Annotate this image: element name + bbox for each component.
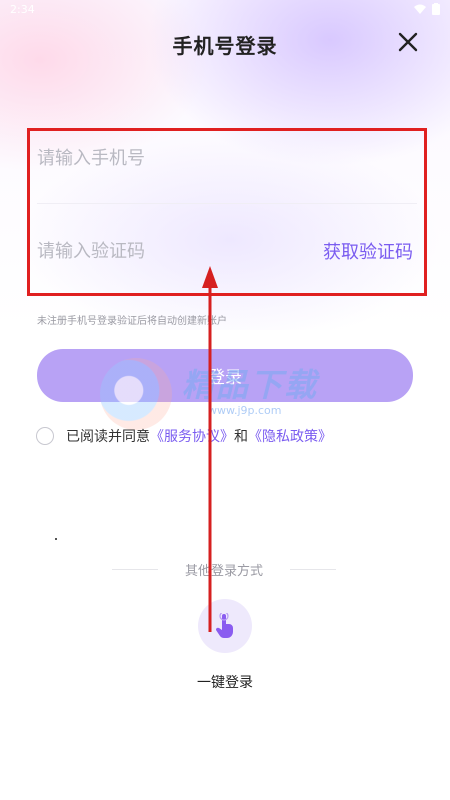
divider-line-right [289, 568, 336, 570]
wifi-icon [414, 4, 426, 14]
get-code-button[interactable]: 获取验证码 [323, 238, 413, 264]
battery-icon [432, 3, 440, 15]
verification-code-input[interactable] [37, 240, 287, 262]
close-button[interactable] [396, 30, 420, 54]
phone-input[interactable] [37, 148, 287, 169]
status-bar: 2:34 [0, 0, 450, 22]
agreement-and: 和 [234, 429, 248, 445]
one-key-login-label: 一键登录 [197, 675, 253, 691]
other-login-label: 其他登录方式 [184, 563, 263, 579]
service-agreement-link[interactable]: 《服务协议》 [150, 426, 234, 446]
stray-dot [55, 538, 57, 540]
status-icons [414, 3, 440, 15]
agreement-row: 已阅读并同意 《服务协议》 和 《隐私政策》 [36, 426, 332, 446]
watermark-url: www.j9p.com [208, 404, 282, 417]
phone-field-row [37, 114, 417, 204]
divider-line-left [112, 568, 158, 570]
one-key-login-button[interactable] [198, 599, 252, 653]
code-field-row: 获取验证码 [37, 206, 417, 296]
privacy-policy-link[interactable]: 《隐私政策》 [248, 426, 332, 446]
status-time: 2:34 [10, 3, 35, 16]
tap-finger-icon [215, 613, 233, 638]
other-login-divider: 其他登录方式 [112, 560, 336, 579]
page-title: 手机号登录 [172, 34, 278, 58]
register-hint: 未注册手机号登录验证后将自动创建新账户 [37, 316, 227, 327]
login-button[interactable]: 登录 [37, 349, 413, 402]
agreement-prefix: 已阅读并同意 [66, 429, 150, 445]
close-icon [398, 32, 418, 52]
agreement-checkbox[interactable] [36, 427, 54, 445]
